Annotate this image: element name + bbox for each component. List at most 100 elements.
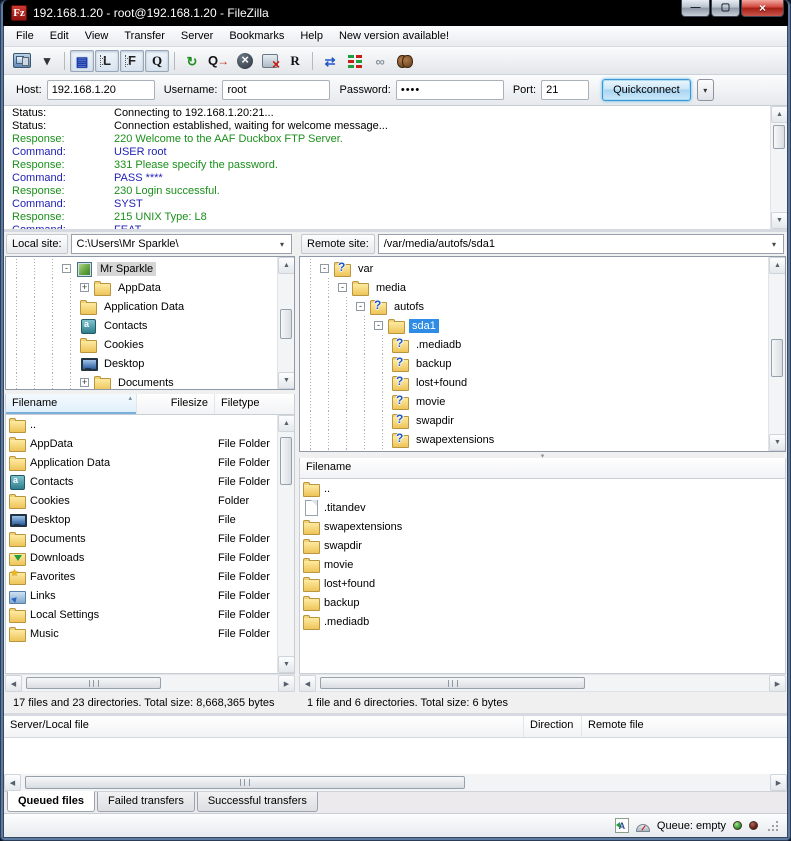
file-row[interactable]: .titandev <box>300 498 768 517</box>
menu-item[interactable]: Transfer <box>116 27 173 45</box>
tree-item[interactable]: Cookies <box>8 335 277 354</box>
tree-item[interactable]: - Mr Sparkle <box>8 259 277 278</box>
chevron-down-icon[interactable]: ▾ <box>275 237 289 251</box>
local-list-hscrollbar[interactable]: ◀ ▶ <box>5 674 295 691</box>
toolbar-button[interactable]: ∞ <box>368 50 392 72</box>
remote-tree-scrollbar[interactable]: ▲ ▼ <box>768 257 785 451</box>
scrollbar-thumb[interactable] <box>771 339 783 377</box>
toolbar-button[interactable]: R <box>283 50 307 72</box>
resize-grip[interactable] <box>767 820 779 832</box>
file-row[interactable]: Music File Folder <box>6 624 277 643</box>
chevron-down-icon[interactable]: ▾ <box>767 237 781 251</box>
file-row[interactable]: movie <box>300 555 768 574</box>
toolbar-button[interactable]: L <box>95 50 119 72</box>
column-header[interactable]: Filename <box>300 458 785 478</box>
tree-expander-icon[interactable]: - <box>356 302 365 311</box>
tree-item[interactable]: swapdir <box>302 411 768 430</box>
queue-hscrollbar[interactable]: ◀ ▶ <box>4 774 787 791</box>
toolbar-button[interactable] <box>343 50 367 72</box>
queue-tab[interactable]: Queued files <box>7 791 95 812</box>
local-tree-scrollbar[interactable]: ▲ ▼ <box>277 257 294 389</box>
toolbar-button[interactable]: ↻ <box>180 50 204 72</box>
username-input[interactable] <box>222 80 330 100</box>
column-header[interactable]: Direction <box>524 716 582 737</box>
scrollbar-thumb[interactable] <box>26 677 161 689</box>
file-row[interactable]: AppData File Folder <box>6 434 277 453</box>
file-row[interactable]: Local Settings File Folder <box>6 605 277 624</box>
scroll-down-icon[interactable]: ▼ <box>771 212 787 229</box>
tree-item[interactable]: - media <box>302 278 768 297</box>
toolbar-button[interactable]: × <box>233 50 257 72</box>
scrollbar-thumb[interactable] <box>25 776 465 789</box>
port-input[interactable] <box>541 80 589 100</box>
toolbar-button[interactable]: Q→ <box>205 50 232 72</box>
remote-list-hscrollbar[interactable]: ◀ ▶ <box>299 674 786 691</box>
file-row[interactable]: .. <box>6 415 277 434</box>
scrollbar-thumb[interactable] <box>773 125 785 149</box>
password-input[interactable] <box>396 80 504 100</box>
tree-expander-icon[interactable]: - <box>62 264 71 273</box>
menu-item[interactable]: Edit <box>42 27 77 45</box>
tree-item[interactable]: - sda1 <box>302 316 768 335</box>
tree-expander-icon[interactable]: - <box>374 321 383 330</box>
column-header[interactable]: Filetype <box>215 394 294 414</box>
column-header[interactable]: Remote file <box>582 716 787 737</box>
file-row[interactable]: Links File Folder <box>6 586 277 605</box>
minimize-button-icon[interactable]: — <box>681 0 710 17</box>
transfer-type-icon[interactable]: A <box>615 818 629 833</box>
column-header[interactable]: Server/Local file <box>4 716 524 737</box>
scroll-down-icon[interactable]: ▼ <box>278 372 295 389</box>
file-row[interactable]: swapextensions <box>300 517 768 536</box>
toolbar-button[interactable] <box>10 50 34 72</box>
file-row[interactable]: backup <box>300 593 768 612</box>
toolbar-button[interactable]: ▤ <box>70 50 94 72</box>
toolbar-button[interactable] <box>393 50 417 72</box>
file-row[interactable]: Desktop File <box>6 510 277 529</box>
column-header[interactable]: Filesize <box>137 394 215 414</box>
file-row[interactable]: swapdir <box>300 536 768 555</box>
local-list-scrollbar[interactable]: ▲ ▼ <box>277 415 294 673</box>
tree-item[interactable]: - var <box>302 259 768 278</box>
close-button-icon[interactable]: × <box>741 0 784 17</box>
tree-item[interactable]: lost+found <box>302 373 768 392</box>
scroll-up-icon[interactable]: ▲ <box>278 415 295 432</box>
tree-item[interactable]: - autofs <box>302 297 768 316</box>
scroll-down-icon[interactable]: ▼ <box>278 656 295 673</box>
file-row[interactable]: .mediadb <box>300 612 768 631</box>
tree-item[interactable]: Desktop <box>8 354 277 373</box>
tree-expander-icon[interactable]: + <box>80 283 89 292</box>
scroll-up-icon[interactable]: ▲ <box>278 257 295 274</box>
toolbar-button[interactable] <box>258 50 282 72</box>
remote-site-combo[interactable]: /var/media/autofs/sda1 ▾ <box>378 234 784 254</box>
tree-item[interactable]: movie <box>302 392 768 411</box>
column-header[interactable]: Filename▴ <box>6 394 137 414</box>
scroll-left-icon[interactable]: ◀ <box>4 774 21 791</box>
tree-item[interactable]: Application Data <box>8 297 277 316</box>
tree-expander-icon[interactable]: - <box>338 283 347 292</box>
queue-tab[interactable]: Failed transfers <box>97 792 195 812</box>
scroll-right-icon[interactable]: ▶ <box>769 675 786 692</box>
toolbar-button[interactable]: ▾ <box>35 50 59 72</box>
scroll-up-icon[interactable]: ▲ <box>771 106 787 123</box>
scroll-left-icon[interactable]: ◀ <box>299 675 316 692</box>
queue-tab[interactable]: Successful transfers <box>197 792 318 812</box>
file-row[interactable]: lost+found <box>300 574 768 593</box>
tree-expander-icon[interactable]: - <box>320 264 329 273</box>
menu-item[interactable]: New version available! <box>331 27 457 45</box>
menu-item[interactable]: View <box>77 27 117 45</box>
scroll-down-icon[interactable]: ▼ <box>769 434 786 451</box>
scroll-right-icon[interactable]: ▶ <box>770 774 787 791</box>
menu-item[interactable]: File <box>8 27 42 45</box>
quickconnect-button[interactable]: Quickconnect <box>602 79 691 101</box>
local-site-combo[interactable]: C:\Users\Mr Sparkle\ ▾ <box>71 234 292 254</box>
maximize-button-icon[interactable]: ▢ <box>711 0 740 17</box>
file-row[interactable]: Documents File Folder <box>6 529 277 548</box>
menu-item[interactable]: Help <box>292 27 331 45</box>
tree-item[interactable]: swapextensions <box>302 430 768 449</box>
tree-item[interactable]: + Documents <box>8 373 277 390</box>
file-row[interactable]: Cookies Folder <box>6 491 277 510</box>
tree-item[interactable]: + AppData <box>8 278 277 297</box>
file-row[interactable]: Contacts File Folder <box>6 472 277 491</box>
speed-limits-icon[interactable] <box>636 824 650 832</box>
scrollbar-thumb[interactable] <box>280 437 292 485</box>
